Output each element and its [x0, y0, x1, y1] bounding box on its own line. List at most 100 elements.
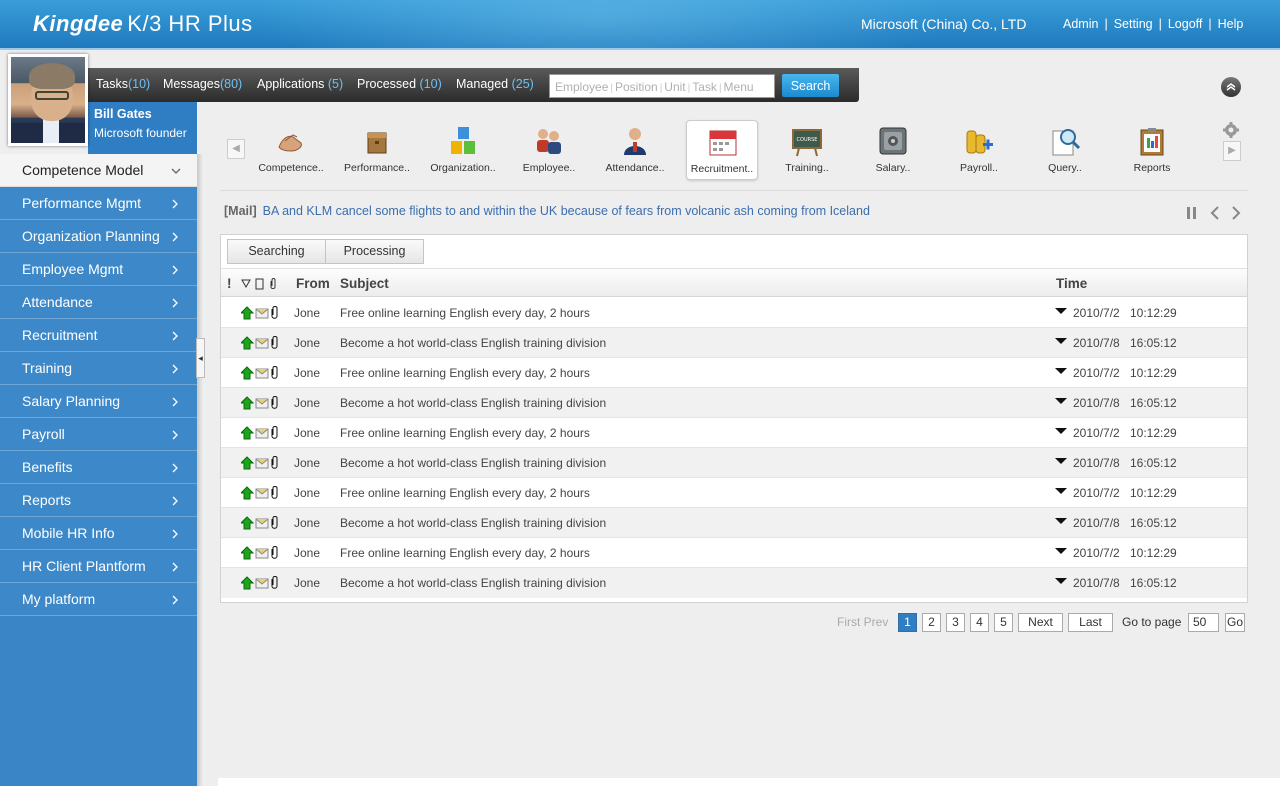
- table-row[interactable]: Jone Become a hot world-class English tr…: [221, 508, 1247, 538]
- row-expand-icon[interactable]: [1055, 428, 1067, 434]
- row-status-icons: [241, 486, 278, 500]
- row-subject[interactable]: Free online learning English every day, …: [340, 306, 590, 320]
- row-expand-icon[interactable]: [1055, 458, 1067, 464]
- row-expand-icon[interactable]: [1055, 578, 1067, 584]
- app-query[interactable]: Query..: [1029, 120, 1101, 180]
- page-1-button[interactable]: 1: [898, 613, 917, 632]
- row-subject[interactable]: Free online learning English every day, …: [340, 486, 590, 500]
- people-icon: [537, 129, 561, 154]
- page-4-button[interactable]: 4: [970, 613, 989, 632]
- column-from[interactable]: From: [296, 276, 330, 291]
- row-expand-icon[interactable]: [1055, 338, 1067, 344]
- sidebar-item-payroll[interactable]: Payroll: [0, 418, 197, 451]
- sidebar-collapse-toggle[interactable]: ◂: [196, 338, 205, 378]
- row-expand-icon[interactable]: [1055, 398, 1067, 404]
- sidebar-item-reports[interactable]: Reports: [0, 484, 197, 517]
- messages-label: Messages: [163, 77, 220, 91]
- row-subject[interactable]: Become a hot world-class English trainin…: [340, 576, 606, 590]
- column-priority[interactable]: !: [227, 276, 232, 291]
- table-row[interactable]: Jone Become a hot world-class English tr…: [221, 328, 1247, 358]
- sidebar-item-training[interactable]: Training: [0, 352, 197, 385]
- avatar-glasses: [35, 91, 69, 100]
- page-3-button[interactable]: 3: [946, 613, 965, 632]
- strip-next-icon[interactable]: ▶: [1223, 141, 1241, 161]
- row-subject[interactable]: Become a hot world-class English trainin…: [340, 516, 606, 530]
- tab-searching[interactable]: Searching: [227, 239, 326, 264]
- app-organization[interactable]: Organization..: [427, 120, 499, 180]
- sidebar-item-performance-mgmt[interactable]: Performance Mgmt: [0, 187, 197, 220]
- admin-link[interactable]: Admin: [1063, 17, 1098, 31]
- row-subject[interactable]: Free online learning English every day, …: [340, 366, 590, 380]
- page-2-button[interactable]: 2: [922, 613, 941, 632]
- page-5-button[interactable]: 5: [994, 613, 1013, 632]
- app-reports[interactable]: Reports: [1116, 120, 1188, 180]
- next-page-button[interactable]: Next: [1018, 613, 1063, 632]
- sidebar-item-my-platform[interactable]: My platform: [0, 583, 197, 616]
- sidebar-item-hr-client-plantform[interactable]: HR Client Plantform: [0, 550, 197, 583]
- row-subject[interactable]: Become a hot world-class English trainin…: [340, 336, 606, 350]
- row-expand-icon[interactable]: [1055, 308, 1067, 314]
- row-subject[interactable]: Become a hot world-class English trainin…: [340, 456, 606, 470]
- search-button[interactable]: Search: [782, 74, 839, 97]
- table-row[interactable]: Jone Become a hot world-class English tr…: [221, 568, 1247, 598]
- app-performance[interactable]: Performance..: [341, 120, 413, 180]
- first-prev-link[interactable]: First Prev: [837, 615, 888, 629]
- table-row[interactable]: Jone Free online learning English every …: [221, 478, 1247, 508]
- app-competence[interactable]: Competence..: [255, 120, 327, 180]
- column-time[interactable]: Time: [1056, 276, 1087, 291]
- app-employee[interactable]: Employee..: [513, 120, 585, 180]
- sidebar-item-recruitment[interactable]: Recruitment: [0, 319, 197, 352]
- collapse-up-icon[interactable]: [1221, 77, 1241, 97]
- avatar[interactable]: [8, 54, 88, 146]
- column-subject[interactable]: Subject: [340, 276, 389, 291]
- sidebar-item-benefits[interactable]: Benefits: [0, 451, 197, 484]
- magnifier-icon: [1052, 129, 1081, 156]
- messages-link[interactable]: Messages(80): [163, 77, 242, 91]
- app-training[interactable]: COURSE Training..: [771, 120, 843, 180]
- table-row[interactable]: Jone Free online learning English every …: [221, 358, 1247, 388]
- app-recruitment[interactable]: Recruitment..: [686, 120, 758, 180]
- gear-icon[interactable]: [1222, 121, 1240, 139]
- tasks-link[interactable]: Tasks(10): [96, 77, 150, 91]
- row-expand-icon[interactable]: [1055, 368, 1067, 374]
- table-row[interactable]: Jone Become a hot world-class English tr…: [221, 388, 1247, 418]
- go-button[interactable]: Go: [1225, 613, 1245, 632]
- processed-link[interactable]: Processed (10): [357, 77, 442, 91]
- tab-processing[interactable]: Processing: [325, 239, 424, 264]
- row-time: 10:12:29: [1130, 546, 1177, 560]
- applications-link[interactable]: Applications (5): [257, 77, 343, 91]
- app-attendance[interactable]: Attendance..: [599, 120, 671, 180]
- pause-icon[interactable]: [1185, 206, 1199, 220]
- sidebar-item-salary-planning[interactable]: Salary Planning: [0, 385, 197, 418]
- managed-link[interactable]: Managed (25): [456, 77, 534, 91]
- row-expand-icon[interactable]: [1055, 518, 1067, 524]
- table-row[interactable]: Jone Free online learning English every …: [221, 298, 1247, 328]
- setting-link[interactable]: Setting: [1114, 17, 1153, 31]
- sidebar-item-competence-model[interactable]: Competence Model: [0, 154, 197, 187]
- app-salary[interactable]: Salary..: [857, 120, 929, 180]
- next-icon[interactable]: [1230, 206, 1242, 220]
- sidebar-item-attendance[interactable]: Attendance: [0, 286, 197, 319]
- app-label: Recruitment..: [690, 163, 754, 175]
- table-row[interactable]: Jone Free online learning English every …: [221, 418, 1247, 448]
- logoff-link[interactable]: Logoff: [1168, 17, 1203, 31]
- sidebar-item-employee-mgmt[interactable]: Employee Mgmt: [0, 253, 197, 286]
- row-expand-icon[interactable]: [1055, 548, 1067, 554]
- row-subject[interactable]: Free online learning English every day, …: [340, 426, 590, 440]
- row-subject[interactable]: Become a hot world-class English trainin…: [340, 396, 606, 410]
- ticker-message[interactable]: BA and KLM cancel some flights to and wi…: [263, 204, 870, 218]
- app-payroll[interactable]: Payroll..: [943, 120, 1015, 180]
- previous-icon[interactable]: [1209, 206, 1221, 220]
- help-link[interactable]: Help: [1218, 17, 1244, 31]
- last-page-button[interactable]: Last: [1068, 613, 1113, 632]
- goto-page-input[interactable]: 50: [1188, 613, 1219, 632]
- strip-prev-icon[interactable]: ◀: [227, 139, 245, 159]
- table-row[interactable]: Jone Become a hot world-class English tr…: [221, 448, 1247, 478]
- row-subject[interactable]: Free online learning English every day, …: [340, 546, 590, 560]
- search-input[interactable]: Employee | Position | Unit | Task | Menu: [549, 74, 775, 98]
- table-row[interactable]: Jone Free online learning English every …: [221, 538, 1247, 568]
- app-label: Payroll..: [960, 162, 998, 174]
- row-expand-icon[interactable]: [1055, 488, 1067, 494]
- sidebar-item-organization-planning[interactable]: Organization Planning: [0, 220, 197, 253]
- sidebar-item-mobile-hr-info[interactable]: Mobile HR Info: [0, 517, 197, 550]
